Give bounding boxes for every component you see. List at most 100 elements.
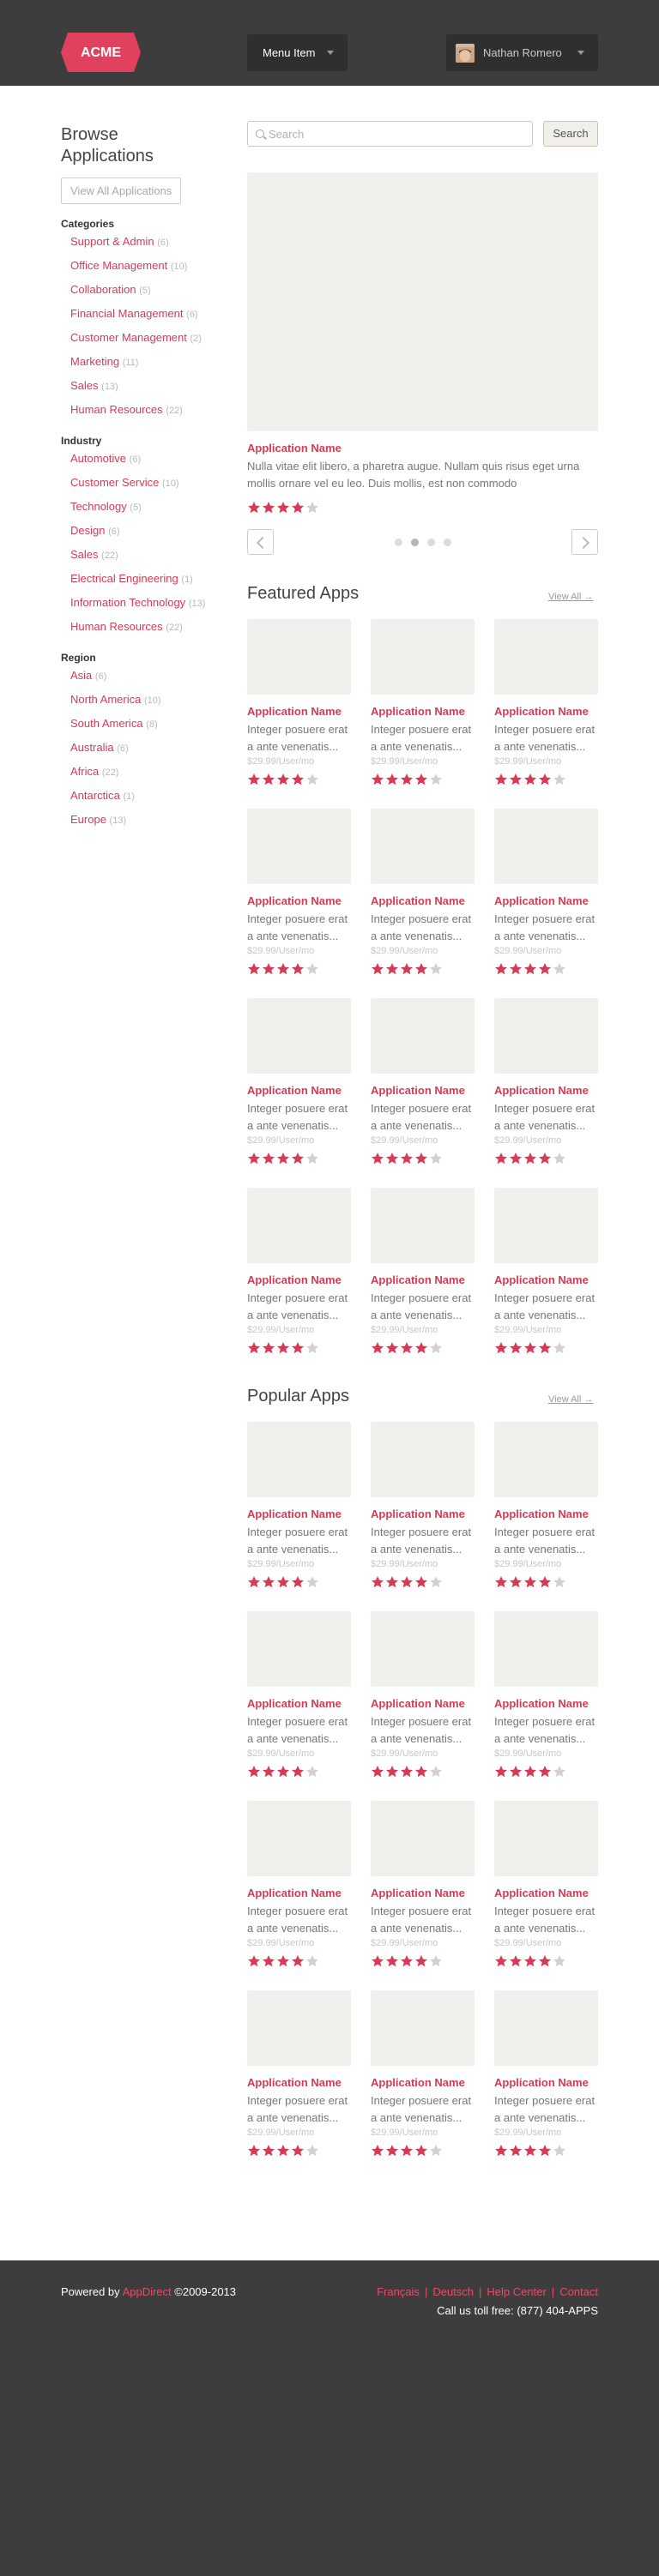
app-thumbnail[interactable] — [494, 1801, 598, 1876]
search-button[interactable]: Search — [543, 121, 598, 147]
footer-link[interactable]: Français — [377, 2285, 420, 2298]
app-name[interactable]: Application Name — [247, 894, 351, 908]
sidebar-item[interactable]: Antarctica (1) — [70, 789, 215, 803]
sidebar-item[interactable]: Europe (13) — [70, 813, 215, 828]
app-name[interactable]: Application Name — [494, 894, 598, 908]
app-card[interactable]: Application Name Integer posuere erat a an… — [247, 1801, 351, 1968]
sidebar-item[interactable]: Information Technology (13) — [70, 596, 215, 611]
carousel-dot[interactable] — [411, 539, 419, 546]
app-card[interactable]: Application Name Integer posuere erat a an… — [371, 1801, 475, 1968]
menu-item-button[interactable]: Menu Item — [247, 34, 348, 71]
app-name[interactable]: Application Name — [371, 1084, 475, 1098]
app-card[interactable]: Application Name Integer posuere erat a an… — [247, 1611, 351, 1779]
app-name[interactable]: Application Name — [371, 2076, 475, 2090]
app-card[interactable]: Application Name Integer posuere erat a an… — [371, 1611, 475, 1779]
featured-view-all-link[interactable]: View All → — [548, 592, 593, 602]
app-thumbnail[interactable] — [371, 1990, 475, 2066]
search-box[interactable] — [247, 121, 533, 147]
hero-image[interactable] — [247, 172, 598, 431]
app-card[interactable]: Application Name Integer posuere erat a an… — [247, 809, 351, 976]
app-thumbnail[interactable] — [371, 809, 475, 884]
app-name[interactable]: Application Name — [371, 1273, 475, 1287]
app-thumbnail[interactable] — [371, 1422, 475, 1497]
carousel-dot[interactable] — [395, 539, 402, 546]
sidebar-item[interactable]: Marketing (11) — [70, 355, 215, 370]
sidebar-item[interactable]: Human Resources (22) — [70, 620, 215, 635]
sidebar-item[interactable]: Customer Management (2) — [70, 331, 215, 346]
sidebar-item[interactable]: Electrical Engineering (1) — [70, 572, 215, 587]
app-name[interactable]: Application Name — [247, 705, 351, 719]
acme-logo[interactable]: ACME — [61, 33, 141, 72]
app-name[interactable]: Application Name — [494, 1697, 598, 1711]
footer-link[interactable]: Deutsch — [432, 2285, 474, 2298]
app-thumbnail[interactable] — [247, 1990, 351, 2066]
app-name[interactable]: Application Name — [371, 705, 475, 719]
app-card[interactable]: Application Name Integer posuere erat a an… — [494, 1188, 598, 1355]
sidebar-item[interactable]: Asia (6) — [70, 669, 215, 683]
app-name[interactable]: Application Name — [247, 1508, 351, 1521]
carousel-dot[interactable] — [444, 539, 451, 546]
app-thumbnail[interactable] — [494, 809, 598, 884]
sidebar-item[interactable]: South America (8) — [70, 717, 215, 731]
app-name[interactable]: Application Name — [494, 2076, 598, 2090]
app-card[interactable]: Application Name Integer posuere erat a an… — [247, 998, 351, 1165]
appdirect-link[interactable]: AppDirect — [123, 2285, 172, 2298]
sidebar-item[interactable]: Africa (22) — [70, 765, 215, 779]
app-thumbnail[interactable] — [247, 998, 351, 1074]
view-all-applications-button[interactable]: View All Applications — [61, 178, 182, 204]
app-thumbnail[interactable] — [371, 1801, 475, 1876]
app-name[interactable]: Application Name — [247, 1084, 351, 1098]
app-card[interactable]: Application Name Integer posuere erat a an… — [494, 1611, 598, 1779]
sidebar-item[interactable]: Collaboration (5) — [70, 283, 215, 298]
app-thumbnail[interactable] — [247, 809, 351, 884]
app-name[interactable]: Application Name — [371, 1697, 475, 1711]
app-thumbnail[interactable] — [494, 1188, 598, 1263]
app-thumbnail[interactable] — [494, 1422, 598, 1497]
app-name[interactable]: Application Name — [247, 1887, 351, 1900]
sidebar-item[interactable]: Automotive (6) — [70, 452, 215, 466]
app-name[interactable]: Application Name — [247, 2076, 351, 2090]
app-card[interactable]: Application Name Integer posuere erat a an… — [247, 619, 351, 786]
carousel-dot[interactable] — [427, 539, 435, 546]
app-name[interactable]: Application Name — [494, 1273, 598, 1287]
sidebar-item[interactable]: Financial Management (6) — [70, 307, 215, 322]
app-thumbnail[interactable] — [371, 998, 475, 1074]
app-card[interactable]: Application Name Integer posuere erat a an… — [371, 1990, 475, 2158]
app-card[interactable]: Application Name Integer posuere erat a an… — [494, 998, 598, 1165]
app-card[interactable]: Application Name Integer posuere erat a an… — [494, 1801, 598, 1968]
sidebar-item[interactable]: Design (6) — [70, 524, 215, 539]
app-card[interactable]: Application Name Integer posuere erat a an… — [494, 809, 598, 976]
footer-link[interactable]: Help Center — [487, 2285, 546, 2298]
search-input[interactable] — [269, 122, 526, 146]
app-card[interactable]: Application Name Integer posuere erat a an… — [371, 1188, 475, 1355]
sidebar-item[interactable]: Australia (6) — [70, 741, 215, 755]
sidebar-item[interactable]: Sales (13) — [70, 379, 215, 394]
app-thumbnail[interactable] — [247, 1611, 351, 1687]
carousel-next-icon[interactable] — [571, 529, 598, 555]
sidebar-item[interactable]: Technology (5) — [70, 500, 215, 515]
app-card[interactable]: Application Name Integer posuere erat a an… — [371, 998, 475, 1165]
app-name[interactable]: Application Name — [494, 1084, 598, 1098]
app-thumbnail[interactable] — [247, 1422, 351, 1497]
app-thumbnail[interactable] — [247, 619, 351, 695]
app-name[interactable]: Application Name — [494, 1887, 598, 1900]
sidebar-item[interactable]: Office Management (10) — [70, 259, 215, 274]
app-name[interactable]: Application Name — [494, 705, 598, 719]
app-name[interactable]: Application Name — [247, 1697, 351, 1711]
app-thumbnail[interactable] — [371, 1188, 475, 1263]
sidebar-item[interactable]: North America (10) — [70, 693, 215, 707]
app-thumbnail[interactable] — [494, 619, 598, 695]
app-name[interactable]: Application Name — [247, 1273, 351, 1287]
app-card[interactable]: Application Name Integer posuere erat a an… — [247, 1422, 351, 1589]
app-card[interactable]: Application Name Integer posuere erat a an… — [494, 1422, 598, 1589]
app-thumbnail[interactable] — [371, 619, 475, 695]
app-card[interactable]: Application Name Integer posuere erat a an… — [494, 619, 598, 786]
app-name[interactable]: Application Name — [371, 1887, 475, 1900]
app-card[interactable]: Application Name Integer posuere erat a an… — [371, 619, 475, 786]
popular-view-all-link[interactable]: View All → — [548, 1394, 593, 1405]
app-name[interactable]: Application Name — [371, 894, 475, 908]
app-thumbnail[interactable] — [494, 1990, 598, 2066]
app-name[interactable]: Application Name — [371, 1508, 475, 1521]
app-thumbnail[interactable] — [494, 1611, 598, 1687]
app-thumbnail[interactable] — [247, 1801, 351, 1876]
